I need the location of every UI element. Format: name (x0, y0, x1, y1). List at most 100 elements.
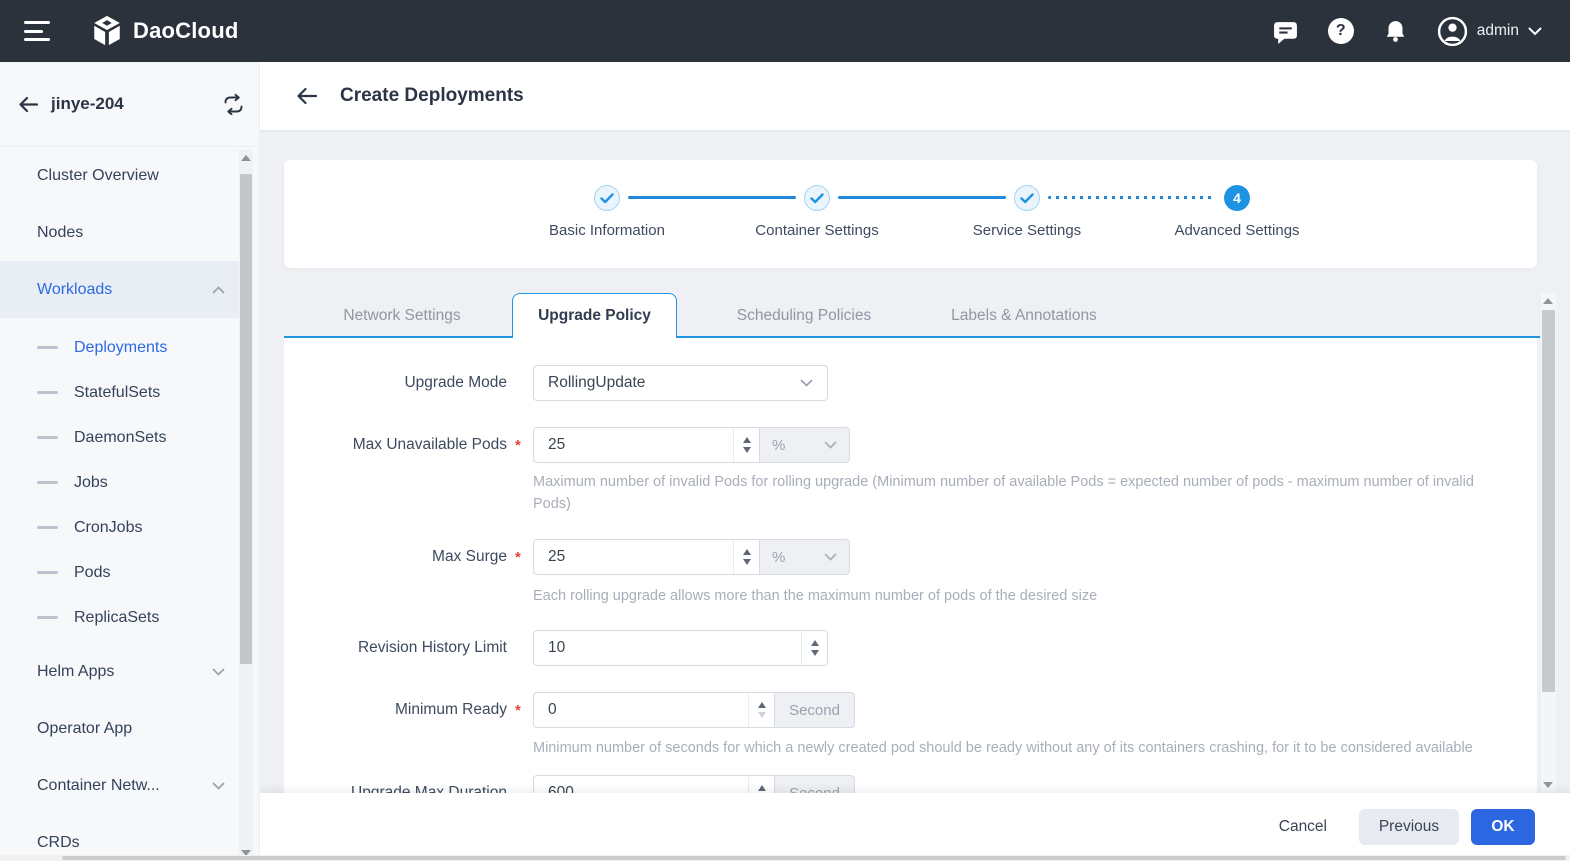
max-unavailable-input-wrap (533, 427, 760, 463)
chevron-up-icon (212, 286, 225, 294)
stepper-up-icon[interactable] (758, 785, 766, 791)
chevron-down-icon (1528, 27, 1542, 36)
scrollbar-thumb[interactable] (1542, 310, 1555, 692)
minimum-ready-input-wrap (533, 692, 775, 728)
daocloud-logo-icon (90, 14, 124, 48)
stepper-up-icon[interactable] (811, 640, 819, 646)
settings-tabs: Network Settings Upgrade Policy Scheduli… (284, 293, 1540, 338)
content-scrollbar[interactable] (1541, 293, 1556, 793)
step-3-check-icon (1014, 185, 1040, 211)
cluster-name: jinye-204 (51, 94, 124, 114)
sidebar-item-workloads[interactable]: Workloads (0, 261, 239, 318)
main-area: Create Deployments 4 Basic Information C… (260, 62, 1570, 861)
scrollbar-thumb[interactable] (240, 174, 252, 664)
stepper-down-icon[interactable] (743, 447, 751, 453)
sidebar-item-jobs[interactable]: Jobs (0, 460, 239, 505)
step-4-label: Advanced Settings (1137, 222, 1337, 239)
dash-icon (37, 391, 58, 394)
max-surge-input[interactable] (534, 540, 759, 574)
required-asterisk: * (515, 692, 521, 730)
horizontal-scrollbar[interactable] (0, 855, 1570, 861)
switch-cluster-icon[interactable] (222, 94, 245, 115)
revision-history-input[interactable] (534, 631, 827, 665)
sidebar-item-daemonsets[interactable]: DaemonSets (0, 415, 239, 460)
header-actions: ? admin (1272, 16, 1570, 47)
sidebar-item-nodes[interactable]: Nodes (0, 204, 239, 261)
minimum-ready-unit: Second (775, 692, 855, 728)
sidebar-item-replicasets[interactable]: ReplicaSets (0, 595, 239, 640)
stepper-up-icon[interactable] (743, 437, 751, 443)
tab-network-settings[interactable]: Network Settings (312, 293, 492, 338)
dash-icon (37, 526, 58, 529)
stepper-up-icon[interactable] (758, 702, 766, 708)
notifications-bell-icon[interactable] (1382, 17, 1410, 45)
max-unavailable-unit-select[interactable]: % (760, 427, 850, 463)
dash-icon (37, 616, 58, 619)
revision-history-label: Revision History Limit (284, 630, 507, 666)
stepper-down-icon[interactable] (743, 559, 751, 565)
step-3-label: Service Settings (927, 222, 1127, 239)
upgrade-mode-label: Upgrade Mode (284, 365, 507, 401)
tab-labels-annotations[interactable]: Labels & Annotations (924, 293, 1124, 338)
sidebar-item-operator-app[interactable]: Operator App (0, 700, 239, 757)
sidebar-item-container-network[interactable]: Container Netw... (0, 757, 239, 814)
scrollbar-thumb[interactable] (62, 856, 1566, 860)
workloads-submenu: Deployments StatefulSets DaemonSets Jobs… (0, 325, 239, 640)
previous-button[interactable]: Previous (1359, 809, 1459, 845)
tab-scheduling-policies[interactable]: Scheduling Policies (704, 293, 904, 338)
sidebar-item-deployments[interactable]: Deployments (0, 325, 239, 370)
user-menu[interactable]: admin (1437, 16, 1542, 47)
wizard-stepper: 4 Basic Information Container Settings S… (284, 160, 1537, 268)
app-header: DaoCloud ? (0, 0, 1570, 62)
sidebar-item-helm-apps[interactable]: Helm Apps (0, 643, 239, 700)
brand-name: DaoCloud (133, 18, 238, 44)
max-unavailable-input[interactable] (534, 428, 759, 462)
stepper-down-icon[interactable] (758, 712, 766, 718)
help-glyph: ? (1336, 22, 1346, 40)
dash-icon (37, 436, 58, 439)
number-stepper[interactable] (801, 631, 827, 665)
step-connector (628, 196, 796, 199)
max-surge-label: Max Surge (284, 539, 507, 575)
cancel-button[interactable]: Cancel (1279, 818, 1327, 836)
number-stepper[interactable] (748, 693, 774, 727)
number-stepper[interactable] (733, 428, 759, 462)
cluster-back-icon[interactable] (18, 96, 39, 113)
max-surge-unit-select[interactable]: % (760, 539, 850, 575)
page-back-icon[interactable] (296, 87, 318, 105)
step-connector-dotted (1048, 196, 1216, 199)
hamburger-menu-icon[interactable] (24, 21, 50, 41)
number-stepper[interactable] (733, 540, 759, 574)
max-unavailable-label: Max Unavailable Pods (284, 427, 507, 463)
scroll-down-icon[interactable] (1541, 777, 1555, 793)
required-asterisk: * (515, 539, 521, 577)
minimum-ready-input[interactable] (534, 693, 774, 727)
step-4-badge: 4 (1224, 185, 1250, 211)
messages-icon[interactable] (1272, 17, 1300, 45)
chevron-down-icon (824, 441, 837, 449)
sidebar-item-statefulsets[interactable]: StatefulSets (0, 370, 239, 415)
ok-button[interactable]: OK (1471, 809, 1535, 845)
page-title: Create Deployments (340, 85, 524, 107)
sidebar-item-cronjobs[interactable]: CronJobs (0, 505, 239, 550)
stepper-up-icon[interactable] (743, 549, 751, 555)
step-connector (838, 196, 1006, 199)
chevron-down-icon (800, 379, 813, 387)
dash-icon (37, 571, 58, 574)
scroll-up-icon[interactable] (239, 150, 253, 166)
sidebar-scrollbar[interactable] (239, 150, 253, 861)
minimum-ready-label: Minimum Ready (284, 692, 507, 728)
dash-icon (37, 481, 58, 484)
upgrade-mode-value: RollingUpdate (548, 374, 645, 392)
chevron-down-icon (212, 782, 225, 790)
upgrade-mode-select[interactable]: RollingUpdate (533, 365, 828, 401)
tab-upgrade-policy[interactable]: Upgrade Policy (512, 293, 677, 338)
required-asterisk: * (515, 427, 521, 465)
help-icon[interactable]: ? (1327, 17, 1355, 45)
sidebar-item-crds[interactable]: CRDs (0, 814, 239, 861)
sidebar-item-pods[interactable]: Pods (0, 550, 239, 595)
scroll-up-icon[interactable] (1541, 293, 1555, 309)
upgrade-policy-form: Upgrade Mode RollingUpdate Max Unavailab… (284, 338, 1537, 861)
stepper-down-icon[interactable] (811, 650, 819, 656)
sidebar-item-cluster-overview[interactable]: Cluster Overview (0, 147, 239, 204)
